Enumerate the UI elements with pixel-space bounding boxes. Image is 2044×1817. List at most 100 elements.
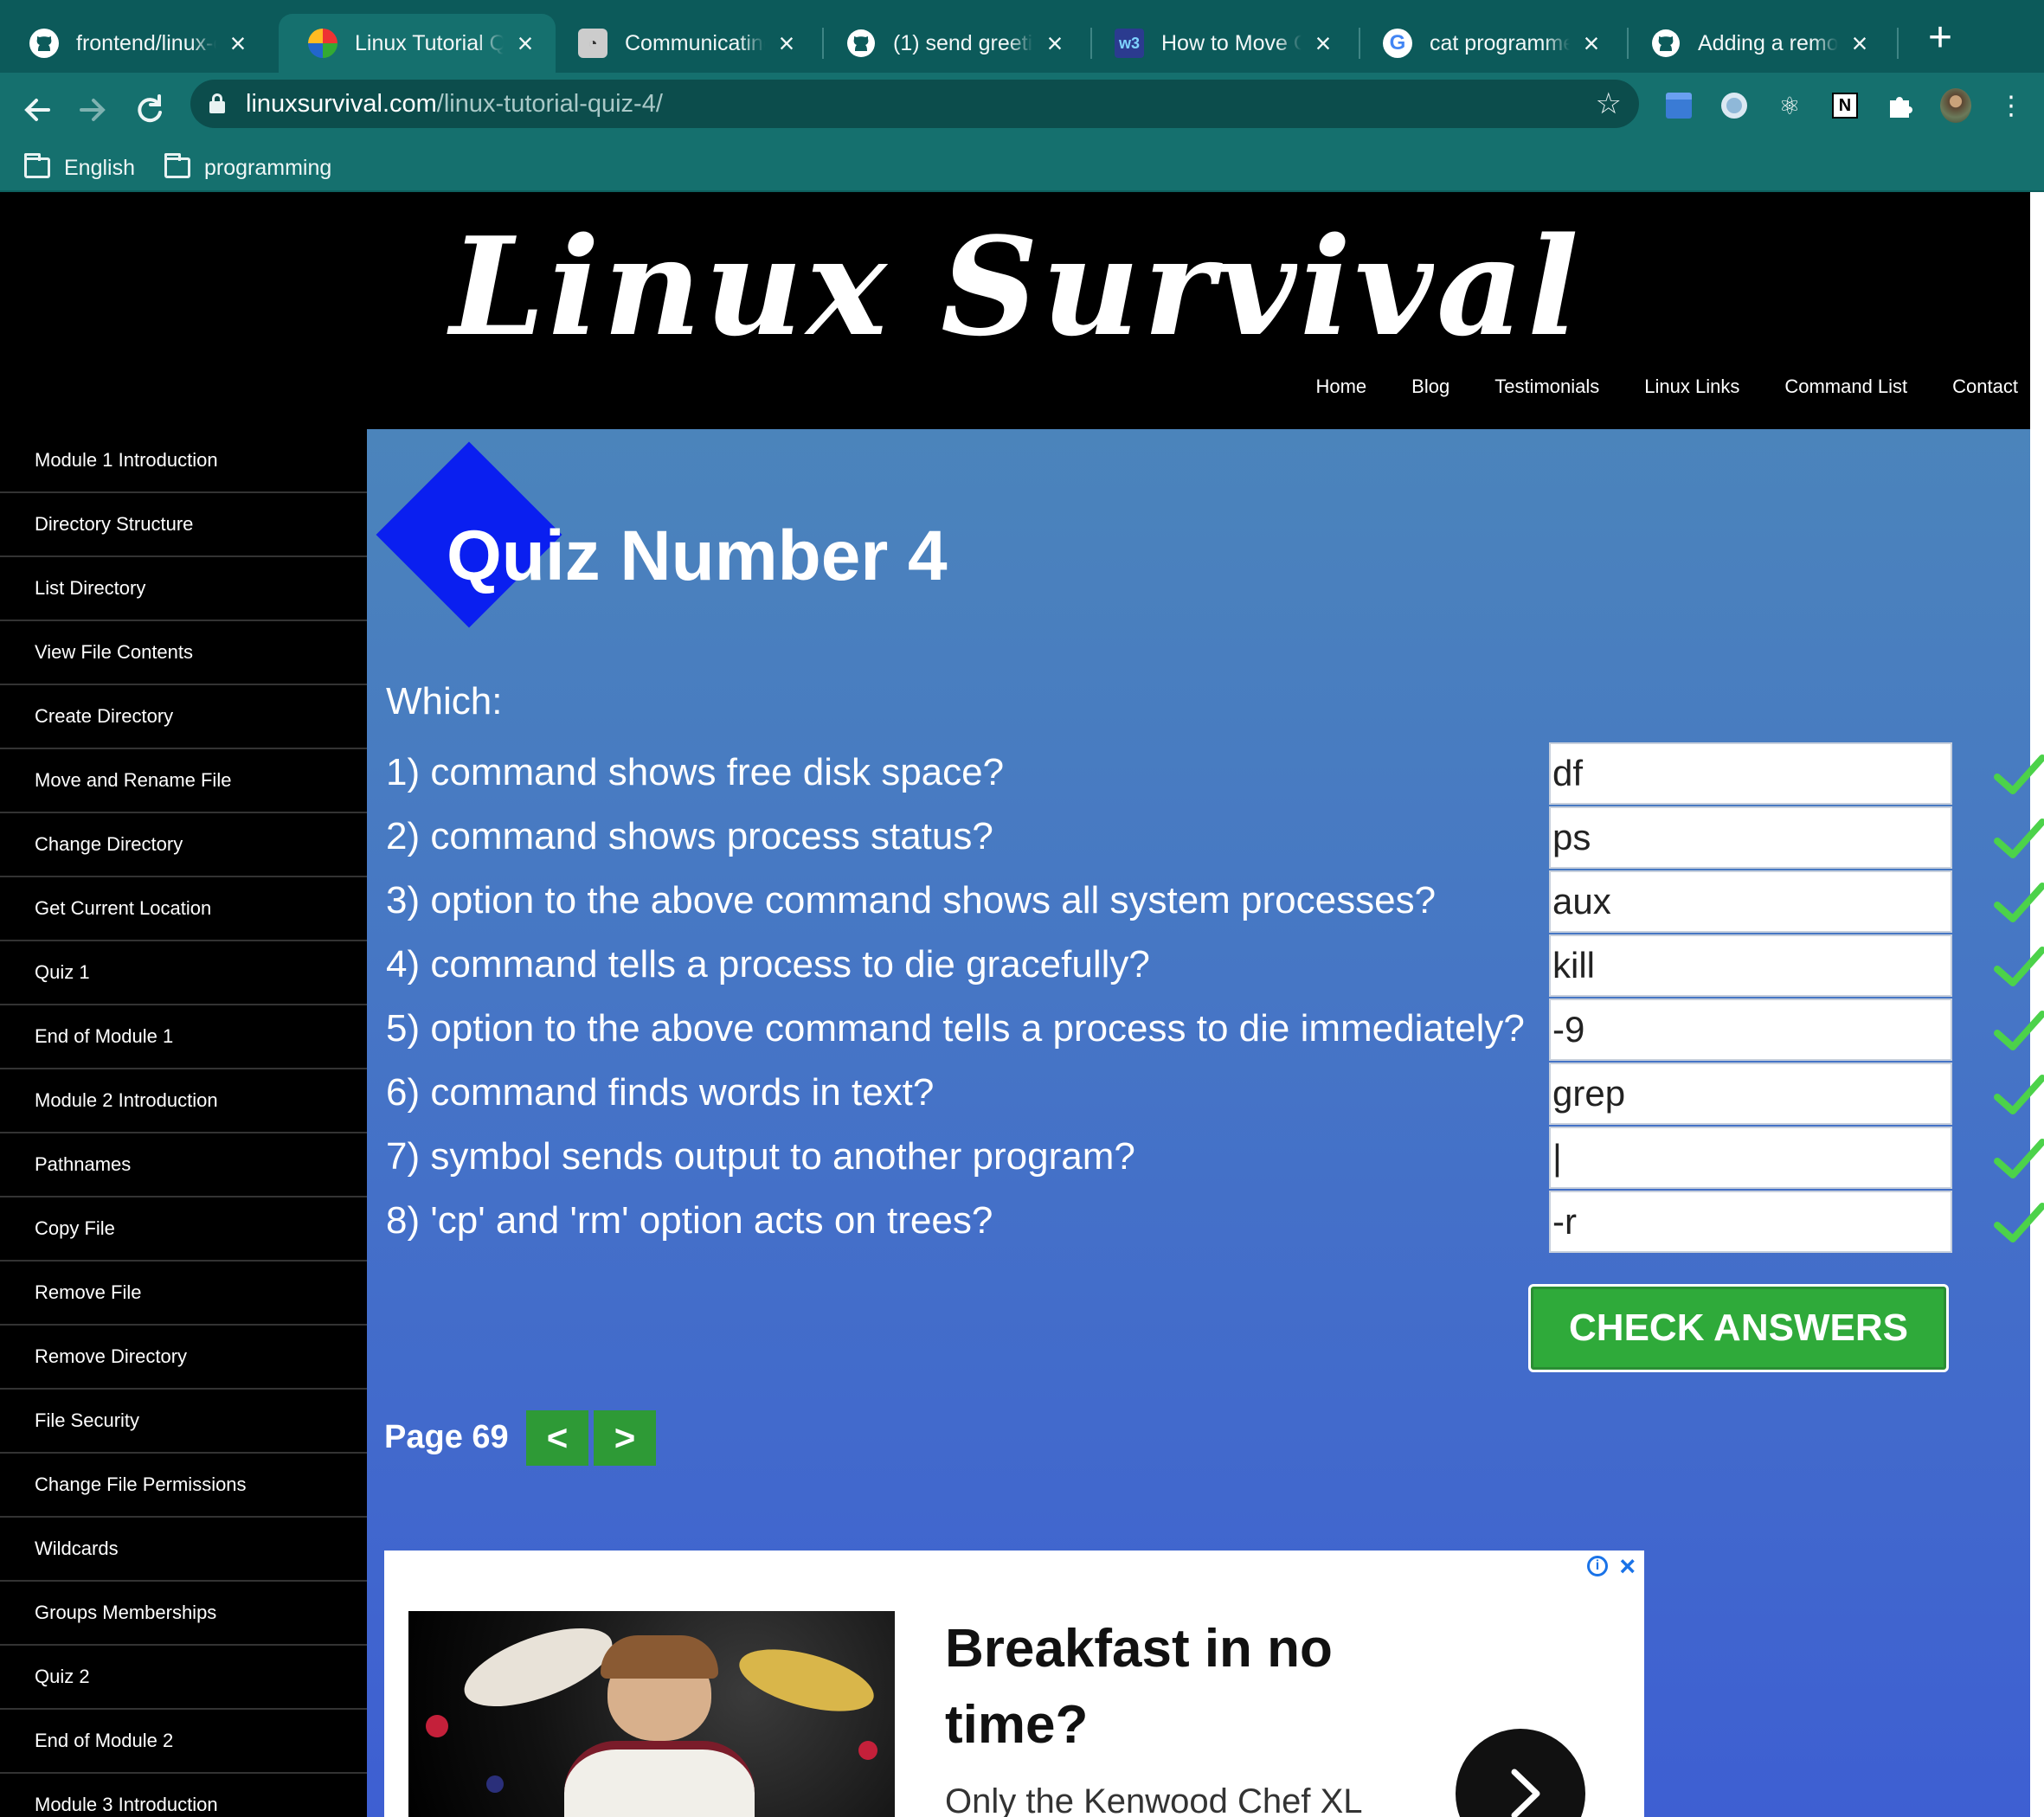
sidebar-item[interactable]: End of Module 2 [0,1710,367,1774]
answer-input[interactable] [1549,870,1952,933]
sidebar-item[interactable]: Change Directory [0,813,367,877]
close-tab-icon[interactable]: × [1578,29,1604,57]
back-button[interactable] [16,88,59,132]
quiz-heading: Quiz Number 4 [376,441,990,628]
close-tab-icon[interactable]: × [774,29,800,57]
tab-0[interactable]: frontend/linux-c × [0,14,268,73]
ad-subtext[interactable]: Only the Kenwood Chef XL [945,1782,1363,1817]
url-domain: linuxsurvival.com [246,90,437,118]
url-path: /linux-tutorial-quiz-4/ [436,90,663,118]
question-row: 8) 'cp' and 'rm' option acts on trees? [386,1191,2044,1255]
bookmarks-bar: English programming [0,147,2044,192]
circle-extension-icon[interactable] [1719,90,1750,121]
question-row: 4) command tells a process to die gracef… [386,934,2044,998]
extensions-puzzle-icon[interactable] [1885,90,1916,121]
tab-1[interactable]: Linux Tutorial Qu × [279,14,556,73]
github-icon [846,29,876,58]
url-text[interactable]: linuxsurvival.com/linux-tutorial-quiz-4/ [246,90,663,119]
tab-4[interactable]: w3 How to Move Gi × [1085,14,1353,73]
address-bar[interactable]: linuxsurvival.com/linux-tutorial-quiz-4/… [190,80,1639,128]
site-nav: Home Blog Testimonials Linux Links Comma… [1270,376,2018,398]
nav-linux-links[interactable]: Linux Links [1644,376,1739,398]
sidebar-item[interactable]: Pathnames [0,1133,367,1197]
close-tab-icon[interactable]: × [1310,29,1336,57]
sidebar-item[interactable]: Remove Directory [0,1326,367,1390]
answer-input[interactable] [1549,742,1952,805]
advertisement[interactable]: i × Breakfast in no time? Only the Kenwo… [384,1551,1644,1817]
bookmark-star-icon[interactable]: ☆ [1596,87,1622,121]
sidebar-item[interactable]: Quiz 2 [0,1646,367,1710]
close-tab-icon[interactable]: × [1847,29,1873,57]
checkmark-icon [1994,1011,2044,1050]
browser-menu-icon[interactable]: ⋮ [1996,90,2027,121]
close-tab-icon[interactable]: × [225,29,251,57]
tab-title: cat programmer [1430,30,1570,55]
forward-button[interactable] [71,88,114,132]
sidebar-item[interactable]: Move and Rename File [0,749,367,813]
sidebar-item[interactable]: File Security [0,1390,367,1454]
tab-title: Linux Tutorial Qu [355,30,504,55]
nav-testimonials[interactable]: Testimonials [1494,376,1599,398]
bookmark-programming[interactable]: programming [164,151,331,185]
tab-3[interactable]: (1) send greeting × [817,14,1085,73]
profile-avatar[interactable] [1940,88,1971,123]
sidebar-item[interactable]: Quiz 1 [0,941,367,1005]
ad-arrow-button[interactable] [1456,1729,1585,1817]
tab-6[interactable]: Adding a remote × [1622,14,1890,73]
reload-button[interactable] [128,88,171,132]
nav-command-list[interactable]: Command List [1784,376,1907,398]
sidebar-item[interactable]: Module 1 Introduction [0,429,367,493]
ad-image[interactable] [408,1611,895,1817]
check-answers-button[interactable]: CHECK ANSWERS [1528,1284,1949,1372]
notion-icon[interactable]: N [1829,90,1861,121]
tab-title: (1) send greeting [893,30,1033,55]
lock-icon[interactable] [209,93,225,113]
calendar-extension-icon[interactable] [1663,90,1694,121]
answer-input[interactable] [1549,1127,1952,1189]
ad-headline[interactable]: Breakfast in no time? [945,1611,1430,1763]
ad-close-icon[interactable]: × [1619,1551,1636,1583]
next-page-button[interactable]: > [594,1410,656,1466]
sidebar-item[interactable]: Get Current Location [0,877,367,941]
milk-splash [454,1612,622,1723]
folder-icon [164,153,190,178]
question-text: 3) option to the above command shows all… [386,879,1437,921]
close-tab-icon[interactable]: × [1042,29,1068,57]
question-row: 5) option to the above command tells a p… [386,998,2044,1063]
sidebar-item[interactable]: Change File Permissions [0,1454,367,1518]
sidebar-item[interactable]: Remove File [0,1262,367,1326]
ad-info-icon[interactable]: i [1587,1556,1608,1576]
nav-home[interactable]: Home [1315,376,1366,398]
answer-input[interactable] [1549,998,1952,1061]
chevron-right-icon [1511,1769,1540,1817]
sidebar-item[interactable]: Wildcards [0,1518,367,1582]
answer-input[interactable] [1549,1063,1952,1125]
folder-icon [24,153,50,178]
prev-page-button[interactable]: < [526,1410,588,1466]
tab-2[interactable]: ◔ Communicating × [549,14,817,73]
answer-input[interactable] [1549,1191,1952,1253]
checkmark-icon [1994,1075,2044,1114]
bookmark-english[interactable]: English [24,151,135,185]
boy-hair [601,1635,718,1679]
site-logo[interactable]: Linux Survival [450,208,1582,366]
nav-contact[interactable]: Contact [1952,376,2018,398]
sidebar-item[interactable]: Module 2 Introduction [0,1069,367,1133]
answer-input[interactable] [1549,934,1952,997]
question-row: 3) option to the above command shows all… [386,870,2044,934]
new-tab-button[interactable]: + [1919,17,1961,61]
nav-blog[interactable]: Blog [1411,376,1449,398]
sidebar-item[interactable]: Groups Memberships [0,1582,367,1646]
answer-input[interactable] [1549,806,1952,869]
sidebar-item[interactable]: Copy File [0,1197,367,1262]
sidebar-item[interactable]: View File Contents [0,621,367,685]
forward-arrow-icon [80,99,106,121]
tab-5[interactable]: G cat programmer × [1353,14,1622,73]
close-tab-icon[interactable]: × [512,29,538,57]
sidebar-item[interactable]: Directory Structure [0,493,367,557]
react-devtools-icon[interactable]: ⚛ [1774,90,1805,121]
sidebar-item[interactable]: Create Directory [0,685,367,749]
sidebar-item[interactable]: Module 3 Introduction [0,1774,367,1817]
sidebar-item[interactable]: List Directory [0,557,367,621]
sidebar-item[interactable]: End of Module 1 [0,1005,367,1069]
